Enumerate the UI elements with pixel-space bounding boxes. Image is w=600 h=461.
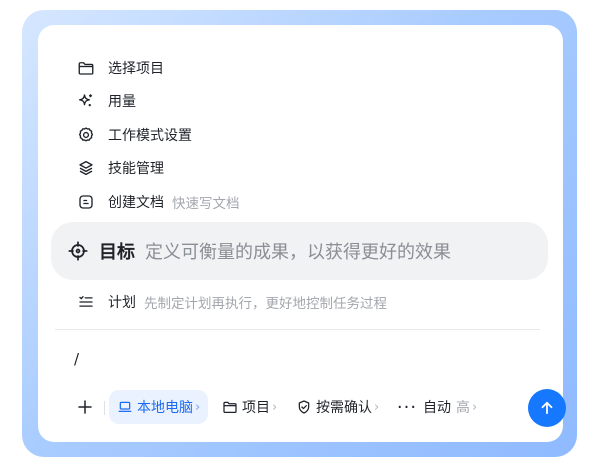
confirm-mode-selector[interactable]: 按需确认 › — [296, 389, 379, 425]
auto-mode-level: 高 — [456, 400, 470, 416]
auto-mode-label: 自动 — [423, 400, 451, 416]
crosshair-icon — [67, 240, 89, 262]
popup-frame: 选择项目 用量 工作模式设置 技能管理 创建文档 快速写文档 目标 定义可衡量的… — [22, 10, 577, 457]
menu-item-skills-management[interactable]: 技能管理 — [76, 155, 164, 181]
local-computer-label: 本地电脑 — [137, 400, 193, 416]
goal-label: 目标 — [99, 242, 135, 263]
plus-icon — [78, 400, 92, 414]
list-icon — [76, 292, 96, 312]
project-selector[interactable]: 项目 › — [222, 389, 277, 425]
gear-icon — [76, 125, 96, 145]
local-computer-selector[interactable]: 本地电脑 › — [109, 390, 209, 424]
chevron-right-icon: › — [195, 399, 201, 415]
chevron-right-icon: › — [472, 399, 478, 415]
chevron-right-icon: › — [374, 399, 380, 415]
plan-hint: 先制定计划再执行，更好地控制任务过程 — [144, 296, 387, 312]
menu-item-label: 选择项目 — [108, 61, 164, 77]
menu-item-work-mode-settings[interactable]: 工作模式设置 — [76, 122, 192, 148]
folder-icon — [223, 401, 237, 413]
menu-item-label: 工作模式设置 — [108, 128, 192, 144]
add-button[interactable] — [74, 389, 96, 425]
confirm-mode-label: 按需确认 — [316, 400, 372, 416]
toolbar-separator — [104, 401, 105, 415]
send-button[interactable] — [528, 389, 566, 427]
more-icon: ··· — [396, 396, 418, 418]
chevron-right-icon: › — [272, 399, 278, 415]
menu-item-plan[interactable]: 计划 先制定计划再执行，更好地控制任务过程 — [76, 289, 387, 315]
document-icon — [76, 192, 96, 212]
menu-item-label: 创建文档 — [108, 195, 164, 211]
search-input[interactable] — [74, 347, 374, 371]
sparkle-icon — [76, 91, 96, 111]
project-label: 项目 — [242, 400, 270, 416]
auto-mode-selector[interactable]: 自动 高 › — [423, 389, 477, 425]
layers-icon — [76, 158, 96, 178]
arrow-up-icon — [541, 401, 553, 415]
laptop-icon — [118, 401, 132, 412]
menu-item-create-document[interactable]: 创建文档 快速写文档 — [76, 189, 240, 215]
bottom-toolbar: 本地电脑 › 项目 › 按需确认 › ··· 自动 高 › — [74, 389, 566, 427]
folder-icon — [76, 58, 96, 78]
menu-item-goal[interactable]: 目标 定义可衡量的成果，以获得更好的效果 — [51, 222, 548, 280]
plan-label: 计划 — [108, 295, 136, 311]
menu-item-hint: 快速写文档 — [172, 196, 240, 212]
divider — [55, 329, 540, 330]
more-button[interactable]: ··· — [396, 389, 418, 425]
goal-hint: 定义可衡量的成果，以获得更好的效果 — [145, 242, 451, 263]
shield-check-icon — [298, 400, 310, 414]
menu-item-select-project[interactable]: 选择项目 — [76, 55, 164, 81]
menu-item-label: 技能管理 — [108, 161, 164, 177]
command-panel: 选择项目 用量 工作模式设置 技能管理 创建文档 快速写文档 目标 定义可衡量的… — [38, 25, 566, 442]
menu-item-usage[interactable]: 用量 — [76, 88, 136, 114]
menu-item-label: 用量 — [108, 94, 136, 110]
